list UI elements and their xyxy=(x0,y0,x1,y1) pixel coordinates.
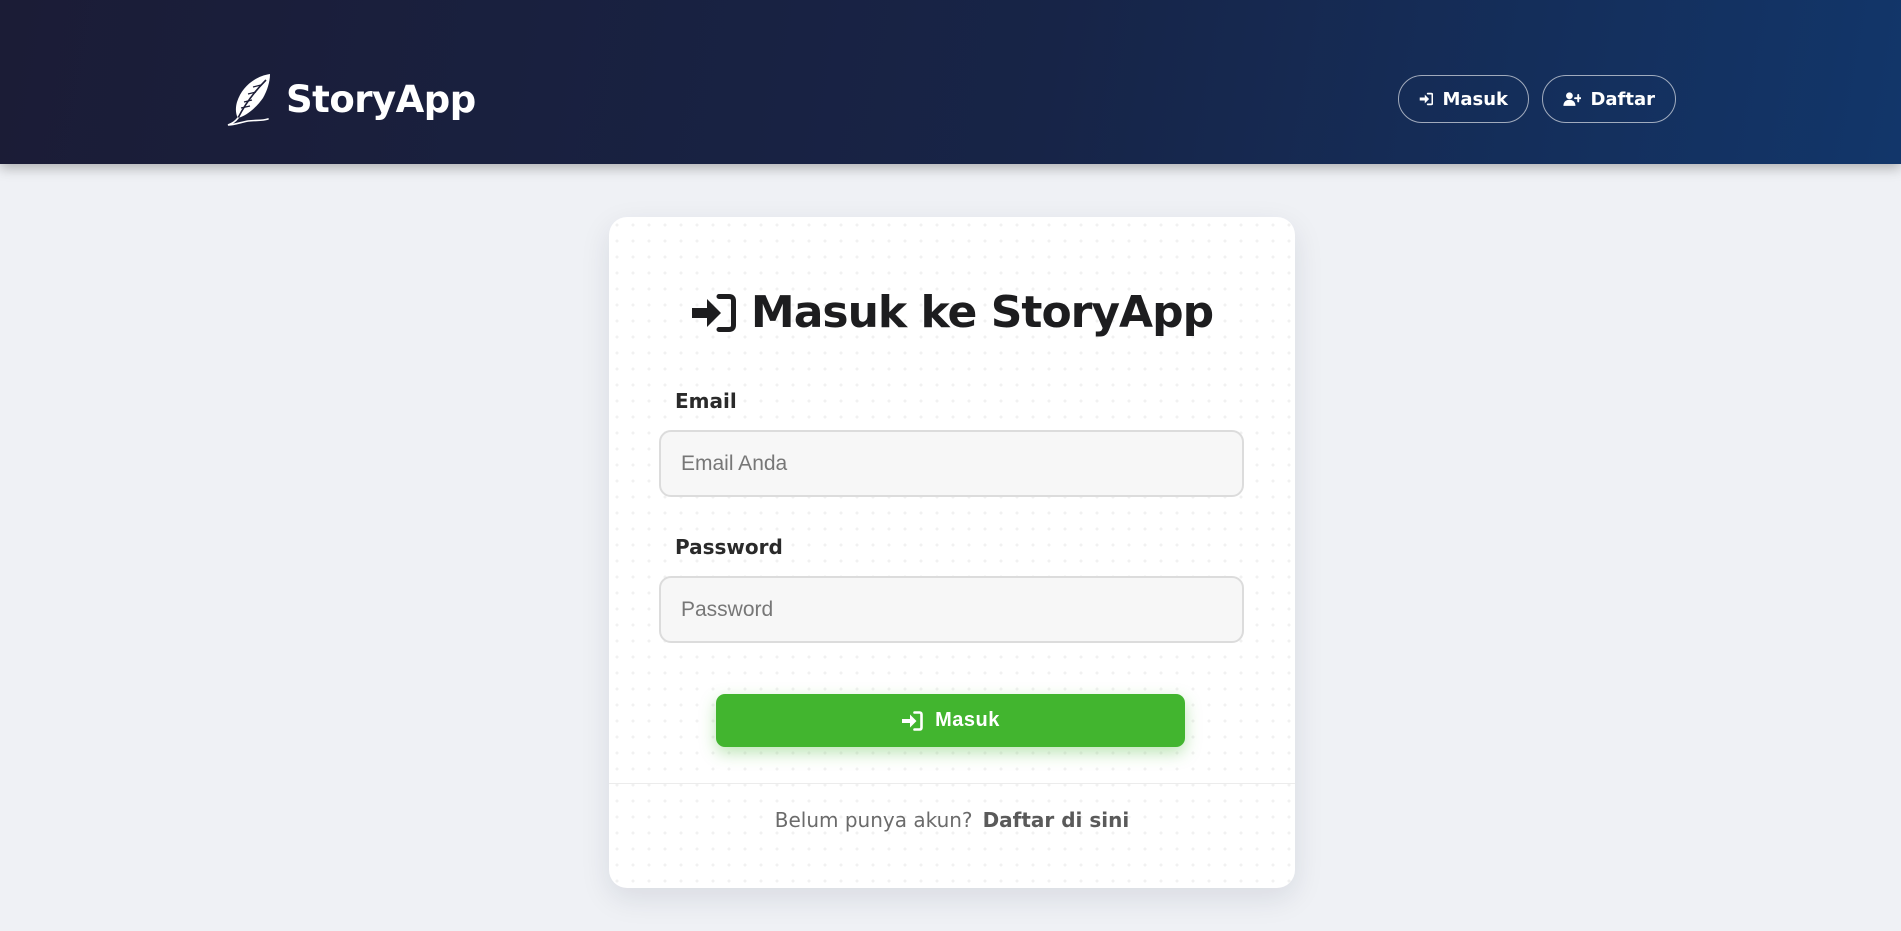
password-label: Password xyxy=(675,535,783,559)
login-card: Masuk ke StoryApp Email Password Masuk B… xyxy=(609,217,1295,888)
password-input[interactable] xyxy=(659,576,1244,643)
email-input[interactable] xyxy=(659,430,1244,497)
nav-register-button[interactable]: Daftar xyxy=(1542,75,1676,123)
register-link[interactable]: Daftar di sini xyxy=(983,808,1130,832)
page-title: Masuk ke StoryApp xyxy=(609,287,1295,338)
nav-login-button[interactable]: Masuk xyxy=(1398,75,1529,123)
nav-register-label: Daftar xyxy=(1590,88,1655,110)
login-submit-label: Masuk xyxy=(935,709,1000,731)
nav-buttons: Masuk Daftar xyxy=(1398,75,1676,123)
email-label: Email xyxy=(675,389,737,413)
feather-icon xyxy=(227,74,270,126)
nav-login-label: Masuk xyxy=(1442,88,1508,110)
page-title-text: Masuk ke StoryApp xyxy=(750,287,1214,338)
brand-title: StoryApp xyxy=(286,77,476,121)
card-divider xyxy=(609,783,1295,784)
top-navbar: StoryApp Masuk Daftar xyxy=(0,0,1901,164)
login-submit-button[interactable]: Masuk xyxy=(716,694,1185,747)
sign-in-icon xyxy=(691,293,736,332)
register-prompt-row: Belum punya akun? Daftar di sini xyxy=(609,808,1295,832)
user-plus-icon xyxy=(1563,92,1582,106)
register-prompt-text: Belum punya akun? xyxy=(774,808,973,832)
brand[interactable]: StoryApp xyxy=(226,72,476,126)
sign-in-icon xyxy=(902,710,923,731)
sign-in-icon xyxy=(1419,92,1434,106)
